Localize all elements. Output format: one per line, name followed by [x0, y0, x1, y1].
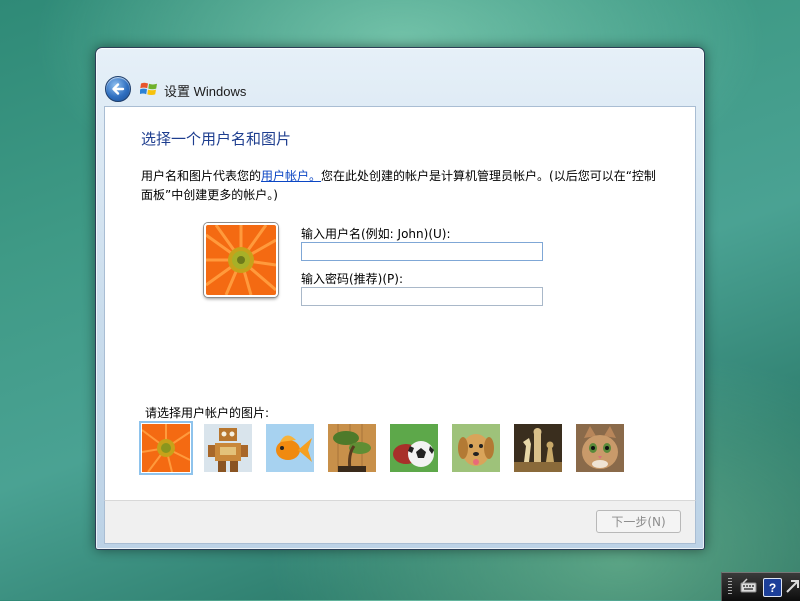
picture-option-soccer-ball[interactable]: [390, 424, 438, 472]
back-button[interactable]: [105, 76, 131, 102]
back-arrow-icon: [112, 83, 125, 95]
page-description: 用户名和图片代表您的用户帐户。您在此处创建的帐户是计算机管理员帐户。(以后您可以…: [141, 167, 661, 205]
password-label: 输入密码(推荐)(P):: [301, 272, 404, 286]
keyboard-icon[interactable]: [740, 578, 757, 595]
orange-flower-picture: [206, 225, 276, 295]
picture-option-kitten[interactable]: [576, 424, 624, 472]
picture-option-goldfish[interactable]: [266, 424, 314, 472]
picture-option-flower[interactable]: [139, 421, 193, 475]
picture-option-dog[interactable]: [452, 424, 500, 472]
picture-option-robot[interactable]: [204, 424, 252, 472]
username-label: 输入用户名(例如: John)(U):: [301, 227, 451, 241]
title-bar: 设置 Windows: [96, 48, 704, 106]
username-input[interactable]: [301, 242, 543, 261]
picture-option-bonsai[interactable]: [328, 424, 376, 472]
setup-window: 设置 Windows 选择一个用户名和图片 用户名和图片代表您的用户帐户。您在此…: [95, 47, 705, 550]
help-icon[interactable]: ?: [763, 578, 782, 597]
selected-picture-preview: [204, 223, 278, 297]
description-text-start: 用户名和图片代表您的: [141, 169, 262, 183]
password-input[interactable]: [301, 287, 543, 306]
arrow-icon[interactable]: [784, 578, 800, 595]
user-account-link[interactable]: 用户帐户。: [261, 169, 321, 183]
window-title: 设置 Windows: [164, 84, 247, 99]
windows-logo-icon: [140, 82, 157, 95]
picture-chooser-label: 请选择用户帐户的图片:: [145, 406, 270, 420]
content-panel: 选择一个用户名和图片 用户名和图片代表您的用户帐户。您在此处创建的帐户是计算机管…: [104, 106, 696, 502]
page-heading: 选择一个用户名和图片: [141, 130, 292, 148]
system-tray: ?: [721, 572, 800, 601]
footer-bar: 下一步(N): [104, 500, 696, 544]
picture-option-chess[interactable]: [514, 424, 562, 472]
next-button[interactable]: 下一步(N): [596, 510, 681, 533]
separator-icon: [728, 578, 732, 595]
